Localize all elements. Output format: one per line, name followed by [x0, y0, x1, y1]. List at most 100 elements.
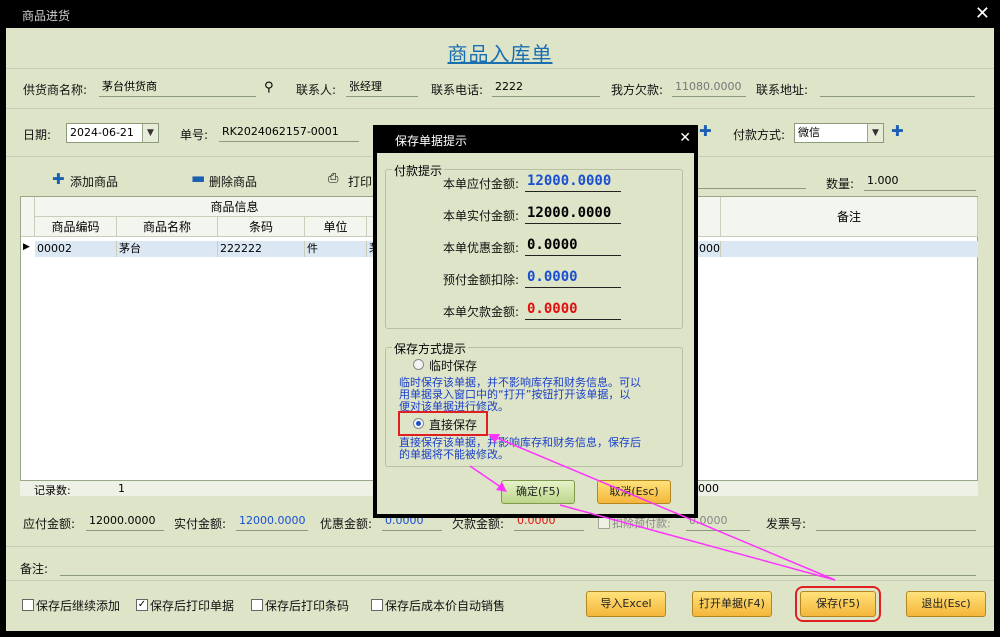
debt-label: 我方欠款:: [611, 83, 664, 97]
save-mode-group-title: 保存方式提示: [392, 340, 469, 357]
save-button[interactable]: 保存(F5): [795, 586, 881, 622]
cancel-button[interactable]: 取消(Esc): [597, 480, 671, 504]
payment-method-value: 微信: [798, 126, 820, 139]
print-button[interactable]: 打印: [348, 173, 372, 190]
binoculars-icon[interactable]: ⚲: [264, 80, 274, 95]
remark-label: 备注:: [20, 562, 49, 576]
add-payment-icon[interactable]: ✚: [891, 122, 904, 140]
phone-label: 联系电话:: [431, 83, 484, 97]
discount-label: 优惠金额:: [320, 517, 373, 531]
divider: [6, 108, 994, 109]
address-field[interactable]: [820, 79, 975, 97]
chevron-down-icon[interactable]: ▼: [142, 124, 158, 142]
qty-field[interactable]: 1.000: [864, 173, 976, 191]
add-goods-button[interactable]: 添加商品: [70, 173, 118, 190]
cell-code[interactable]: 00002: [35, 241, 117, 257]
chevron-down-icon[interactable]: ▼: [867, 124, 883, 142]
dlg-owed-value: 0.0000: [525, 300, 621, 320]
exit-button[interactable]: 退出(Esc): [906, 591, 986, 617]
printer-icon: ⎙: [328, 171, 339, 186]
invoice-label: 发票号:: [766, 517, 807, 531]
dlg-discount-value: 0.0000: [525, 236, 621, 256]
divider: [6, 546, 994, 547]
dlg-prepay-label: 预付金额扣除:: [443, 273, 520, 287]
cell-amount[interactable]: 000: [697, 241, 721, 257]
dialog-body: 付款提示 本单应付金额: 12000.0000 本单实付金额: 12000.00…: [377, 153, 694, 514]
record-count-label: 记录数:: [34, 484, 71, 497]
paid-field[interactable]: 12000.0000: [236, 513, 308, 531]
print-order-checkbox[interactable]: ✓: [136, 599, 148, 611]
payment-method-select[interactable]: 微信 ▼: [794, 123, 884, 143]
dlg-prepay-value: 0.0000: [525, 268, 621, 288]
col-header-amount[interactable]: [697, 197, 721, 237]
row-pointer-icon: ▶: [23, 242, 30, 252]
auto-sell-label: 保存后成本价自动销售: [385, 599, 506, 613]
temp-save-label[interactable]: 临时保存: [429, 357, 477, 374]
invoice-field[interactable]: [816, 513, 976, 531]
row-header-corner: [21, 197, 35, 237]
temp-save-radio[interactable]: [413, 359, 424, 370]
contact-field[interactable]: 张经理: [346, 79, 418, 97]
delete-goods-button[interactable]: 删除商品: [209, 173, 257, 190]
divider: [6, 580, 994, 581]
payment-group-title: 付款提示: [392, 162, 445, 179]
dlg-owed-label: 本单欠款金额:: [443, 305, 520, 319]
dlg-payable-value: 12000.0000: [525, 172, 621, 192]
window-titlebar: 商品进货 ✕: [0, 0, 1000, 28]
remark-field[interactable]: [60, 558, 976, 576]
cell-name[interactable]: 茅台: [117, 241, 218, 257]
dialog-close-icon[interactable]: ✕: [679, 130, 691, 146]
dlg-payable-label: 本单应付金额:: [443, 177, 520, 191]
payable-label: 应付金额:: [23, 517, 76, 531]
close-icon[interactable]: ✕: [975, 3, 990, 24]
dialog-titlebar: 保存单据提示 ✕: [373, 125, 698, 153]
date-value: 2024-06-21: [70, 126, 134, 139]
dlg-paid-value: 12000.0000: [525, 204, 621, 224]
minus-icon: ▬: [191, 169, 206, 187]
print-barcode-label: 保存后打印条码: [265, 599, 350, 613]
qty-label: 数量:: [826, 177, 855, 191]
add-icon: ✚: [52, 170, 65, 188]
col-header-code[interactable]: 商品编码: [35, 217, 117, 237]
print-order-label: 保存后打印单据: [150, 599, 235, 613]
dlg-discount-label: 本单优惠金额:: [443, 241, 520, 255]
supplier-field[interactable]: 茅台供货商: [99, 79, 256, 97]
divider: [6, 68, 994, 69]
footer-amount: 000: [698, 482, 719, 495]
print-barcode-checkbox[interactable]: [251, 599, 263, 611]
col-header-name[interactable]: 商品名称: [117, 217, 218, 237]
supplier-label: 供货商名称:: [23, 83, 88, 97]
cell-barcode[interactable]: 222222: [218, 241, 305, 257]
payable-field: 12000.0000: [86, 513, 164, 531]
auto-sell-checkbox[interactable]: [371, 599, 383, 611]
address-label: 联系地址:: [756, 83, 809, 97]
window-title: 商品进货: [22, 9, 71, 23]
continue-add-label: 保存后继续添加: [36, 599, 121, 613]
continue-add-checkbox[interactable]: [22, 599, 34, 611]
save-confirm-dialog: 保存单据提示 ✕ 付款提示 本单应付金额: 12000.0000 本单实付金额:…: [373, 125, 698, 518]
contact-label: 联系人:: [296, 83, 337, 97]
dlg-paid-label: 本单实付金额:: [443, 209, 520, 223]
prepay-checkbox[interactable]: [598, 517, 610, 529]
confirm-button[interactable]: 确定(F5): [501, 480, 575, 504]
date-label: 日期:: [23, 128, 52, 142]
direct-save-radio[interactable]: [413, 418, 424, 429]
paid-label: 实付金额:: [174, 517, 227, 531]
phone-field[interactable]: 2222: [492, 79, 600, 97]
col-header-remark[interactable]: 备注: [721, 197, 978, 237]
dialog-title: 保存单据提示: [395, 134, 468, 148]
date-picker[interactable]: 2024-06-21 ▼: [66, 123, 159, 143]
col-header-unit[interactable]: 单位: [305, 217, 367, 237]
cell-unit[interactable]: 件: [305, 241, 367, 257]
direct-save-desc-2: 的单据将不能被修改。: [399, 448, 509, 461]
order-no-field[interactable]: RK2024062157-0001: [219, 124, 359, 142]
open-order-button[interactable]: 打开单据(F4): [692, 591, 772, 617]
debt-field: 11080.0000: [672, 79, 746, 97]
toolbar-field[interactable]: [698, 171, 806, 189]
direct-save-label[interactable]: 直接保存: [429, 416, 477, 433]
payment-method-label: 付款方式:: [733, 128, 786, 142]
page-title: 商品入库单: [447, 42, 553, 66]
import-excel-button[interactable]: 导入Excel: [586, 591, 666, 617]
add-icon[interactable]: ✚: [699, 122, 712, 140]
col-header-barcode[interactable]: 条码: [218, 217, 305, 237]
